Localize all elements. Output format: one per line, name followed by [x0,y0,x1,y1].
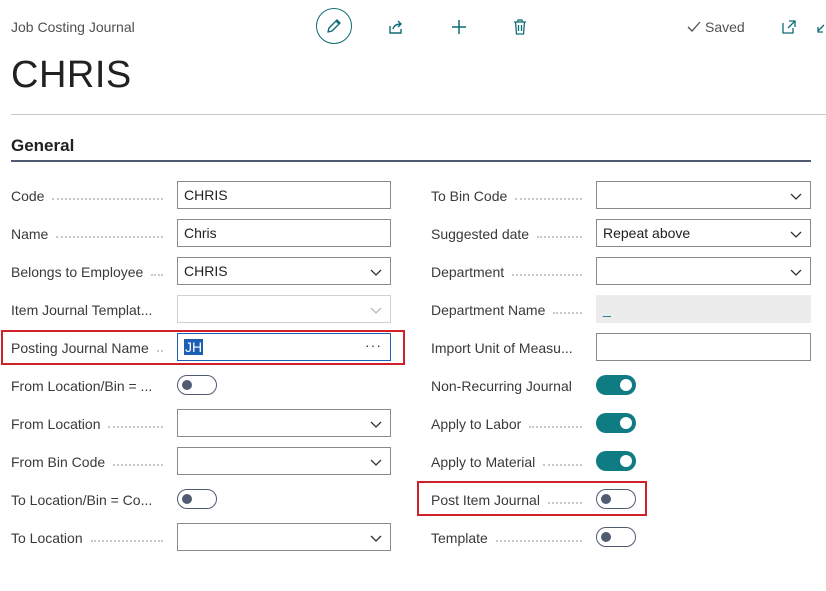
chevron-down-icon [790,269,802,276]
add-icon [452,20,466,34]
post-item-journal-label: Post Item Journal [431,490,590,510]
open-in-new-icon [782,20,796,34]
name-label: Name [11,224,171,244]
toggle-knob [620,455,632,467]
suggested-date-label: Suggested date [431,224,590,244]
toggle-knob [601,532,611,542]
code-input[interactable]: CHRIS [177,181,391,209]
from-location-select[interactable] [177,409,391,437]
chevron-down-icon [370,269,382,276]
to-bin-code-select[interactable] [596,181,811,209]
chevron-down-icon [370,307,382,314]
share-icon [389,20,402,34]
template-toggle[interactable] [596,527,636,547]
apply-to-material-label: Apply to Material [431,452,590,472]
breadcrumb[interactable]: Job Costing Journal [11,19,135,35]
belongs-to-employee-select[interactable]: CHRIS [177,257,391,285]
new-button[interactable] [448,16,470,38]
to-bin-code-label: To Bin Code [431,186,590,206]
import-unit-of-measure-input[interactable] [596,333,811,361]
title-divider [11,114,826,115]
item-journal-template-select [177,295,391,323]
to-location-bin-toggle[interactable] [177,489,217,509]
collapse-icon [817,24,825,33]
page-title: CHRIS [11,54,132,96]
template-label: Template [431,528,590,548]
posting-journal-name-input[interactable]: JH ··· [177,333,391,361]
from-location-bin-toggle[interactable] [177,375,217,395]
department-name-label: Department Name [431,300,590,320]
selected-text: JH [184,339,204,355]
saved-label: Saved [705,19,745,35]
toggle-knob [601,494,611,504]
posting-journal-name-label: Posting Journal Name [11,338,171,358]
section-title-general[interactable]: General [11,136,74,156]
department-select[interactable] [596,257,811,285]
apply-to-labor-label: Apply to Labor [431,414,590,434]
from-bin-code-select[interactable] [177,447,391,475]
share-button[interactable] [385,16,407,38]
department-name-value: _ [596,295,811,323]
chevron-down-icon [370,459,382,466]
toggle-knob [620,417,632,429]
post-item-journal-toggle[interactable] [596,489,636,509]
lookup-button[interactable]: ··· [365,337,382,353]
delete-button[interactable] [509,16,531,38]
delete-icon [514,19,526,35]
chevron-down-icon [790,193,802,200]
toggle-knob [182,494,192,504]
edit-button[interactable] [316,8,352,44]
code-label: Code [11,186,171,206]
to-location-bin-label: To Location/Bin = Co... [11,492,153,508]
import-unit-of-measure-label: Import Unit of Measu... [431,340,573,356]
from-location-label: From Location [11,414,171,434]
suggested-date-select[interactable]: Repeat above [596,219,811,247]
to-location-label: To Location [11,528,171,548]
open-new-window-button[interactable] [780,18,798,36]
department-label: Department [431,262,590,282]
non-recurring-journal-toggle[interactable] [596,375,636,395]
toggle-knob [182,380,192,390]
chevron-down-icon [790,231,802,238]
toggle-knob [620,379,632,391]
to-location-select[interactable] [177,523,391,551]
saved-status: Saved [686,19,745,35]
edit-icon [327,19,341,33]
section-divider [11,160,811,162]
apply-to-material-toggle[interactable] [596,451,636,471]
from-location-bin-label: From Location/Bin = ... [11,378,153,394]
item-journal-template-label: Item Journal Templat... [11,302,153,318]
name-input[interactable]: Chris [177,219,391,247]
chevron-down-icon [370,535,382,542]
action-bar: Job Costing Journal Saved [0,0,826,56]
collapse-button[interactable] [814,20,826,38]
checkmark-icon [687,21,701,32]
non-recurring-journal-label: Non-Recurring Journal [431,378,572,394]
from-bin-code-label: From Bin Code [11,452,171,472]
chevron-down-icon [370,421,382,428]
belongs-to-employee-label: Belongs to Employee [11,262,171,282]
apply-to-labor-toggle[interactable] [596,413,636,433]
